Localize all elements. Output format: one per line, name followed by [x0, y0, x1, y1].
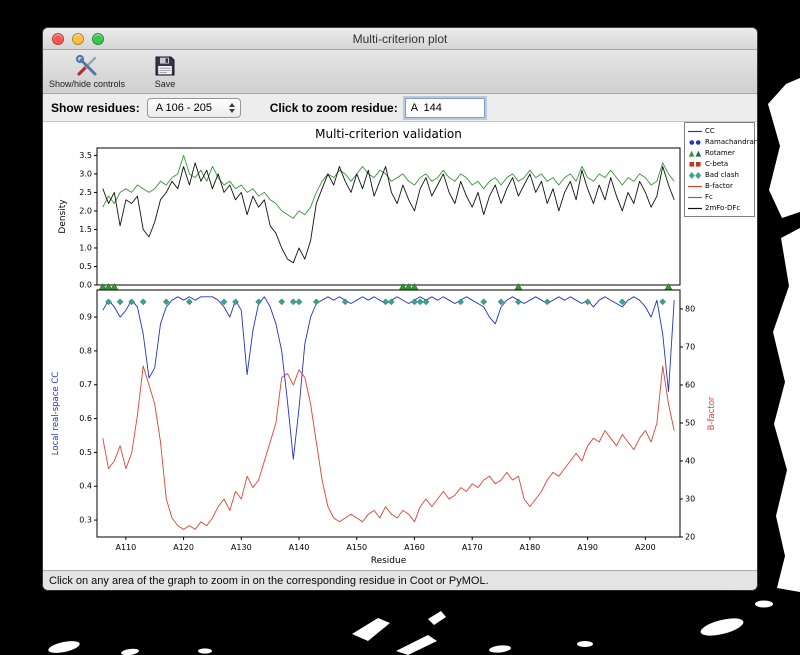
up-down-arrows-icon	[228, 102, 235, 113]
legend-entry-bad-clash: Bad clash	[688, 170, 751, 180]
svg-text:0.6: 0.6	[79, 414, 92, 423]
svg-text:3.0: 3.0	[79, 169, 92, 178]
svg-text:B-factor: B-factor	[707, 396, 717, 430]
toolbar: Show/hide controls Save	[43, 50, 757, 94]
svg-text:20: 20	[685, 533, 695, 542]
plot-canvas[interactable]: Multi-criterion validation 0.0 0.5 1.0 1.5 2.…	[43, 122, 757, 570]
svg-text:0.0: 0.0	[79, 281, 92, 290]
svg-text:40: 40	[685, 457, 695, 466]
svg-text:Multi-criterion validation: Multi-criterion validation	[315, 127, 462, 141]
line-marker-icon	[688, 196, 702, 198]
legend-entry-cc: CC	[688, 126, 751, 136]
svg-text:Density: Density	[58, 199, 68, 234]
svg-text:Residue: Residue	[371, 556, 407, 566]
residue-range-value: A 106 - 205	[155, 101, 212, 114]
legend-entry-b-factor: B-factor	[688, 181, 751, 191]
svg-text:A200: A200	[635, 543, 656, 552]
line-marker-icon	[688, 185, 702, 187]
window-title: Multi-criterion plot	[352, 31, 448, 46]
show-hide-controls-label: Show/hide controls	[49, 79, 126, 89]
show-hide-controls-button[interactable]: Show/hide controls	[49, 52, 125, 89]
status-text: Click on any area of the graph to zoom i…	[49, 574, 489, 587]
svg-text:Local real-space CC: Local real-space CC	[51, 372, 61, 455]
svg-text:A180: A180	[520, 543, 541, 552]
line-marker-icon	[688, 207, 702, 209]
svg-text:0.8: 0.8	[79, 346, 92, 355]
svg-text:A130: A130	[231, 543, 252, 552]
controls-bar: Show residues: A 106 - 205 Click to zoom…	[43, 94, 757, 122]
legend-entry-2mfo-dfc: 2mFo-DFc	[688, 203, 751, 213]
line-marker-icon	[688, 130, 702, 132]
svg-text:0.5: 0.5	[79, 262, 92, 271]
svg-text:50: 50	[685, 419, 695, 428]
triangles-marker-icon	[688, 150, 702, 157]
titlebar[interactable]: Multi-criterion plot	[43, 28, 757, 50]
svg-text:A150: A150	[346, 543, 367, 552]
crossed-tools-icon	[73, 52, 101, 79]
svg-text:2.0: 2.0	[79, 206, 92, 215]
show-residues-label: Show residues:	[51, 100, 140, 115]
squares-marker-icon	[689, 161, 701, 167]
svg-text:0.4: 0.4	[79, 482, 92, 491]
residue-range-select[interactable]: A 106 - 205	[146, 97, 241, 118]
legend-entry-rotamer: Rotamer	[688, 148, 751, 158]
svg-text:0.7: 0.7	[79, 380, 92, 389]
save-label: Save	[154, 79, 176, 89]
svg-text:0.5: 0.5	[79, 448, 92, 457]
svg-text:3.5: 3.5	[79, 151, 92, 160]
svg-text:A140: A140	[289, 543, 310, 552]
legend-entry-c-beta: C-beta	[688, 159, 751, 169]
zoom-residue-label: Click to zoom residue:	[269, 100, 398, 115]
legend-entry-ramachandran: Ramachandran	[688, 137, 757, 147]
save-button[interactable]: Save	[151, 52, 179, 89]
circles-marker-icon	[689, 139, 701, 145]
svg-text:2.5: 2.5	[79, 188, 92, 197]
zoom-residue-input[interactable]	[404, 97, 485, 118]
maximize-button[interactable]	[92, 33, 104, 45]
svg-text:A160: A160	[404, 543, 425, 552]
svg-text:30: 30	[685, 495, 695, 504]
app-window: Multi-criterion plot Show/hide controls	[43, 28, 757, 590]
floppy-disk-icon	[151, 52, 179, 79]
svg-text:80: 80	[685, 305, 695, 314]
close-button[interactable]	[52, 33, 64, 45]
plot-legend: CC Ramachandran Rotamer C-beta Bad clash B-fa…	[684, 122, 757, 217]
diamonds-marker-icon	[688, 171, 702, 179]
svg-text:1.0: 1.0	[79, 243, 92, 252]
svg-text:60: 60	[685, 381, 695, 390]
svg-text:0.3: 0.3	[79, 516, 92, 525]
svg-text:0.9: 0.9	[79, 313, 92, 322]
svg-text:A120: A120	[173, 543, 194, 552]
legend-entry-fc: Fc	[688, 192, 751, 202]
svg-text:1.5: 1.5	[79, 225, 92, 234]
status-bar: Click on any area of the graph to zoom i…	[43, 570, 757, 590]
svg-text:A110: A110	[115, 543, 136, 552]
validation-plot[interactable]: Multi-criterion validation 0.0 0.5 1.0 1.5 2.…	[43, 122, 757, 570]
traffic-lights	[52, 33, 104, 45]
svg-text:A190: A190	[577, 543, 598, 552]
svg-text:A170: A170	[462, 543, 483, 552]
svg-text:70: 70	[685, 343, 695, 352]
minimize-button[interactable]	[72, 33, 84, 45]
